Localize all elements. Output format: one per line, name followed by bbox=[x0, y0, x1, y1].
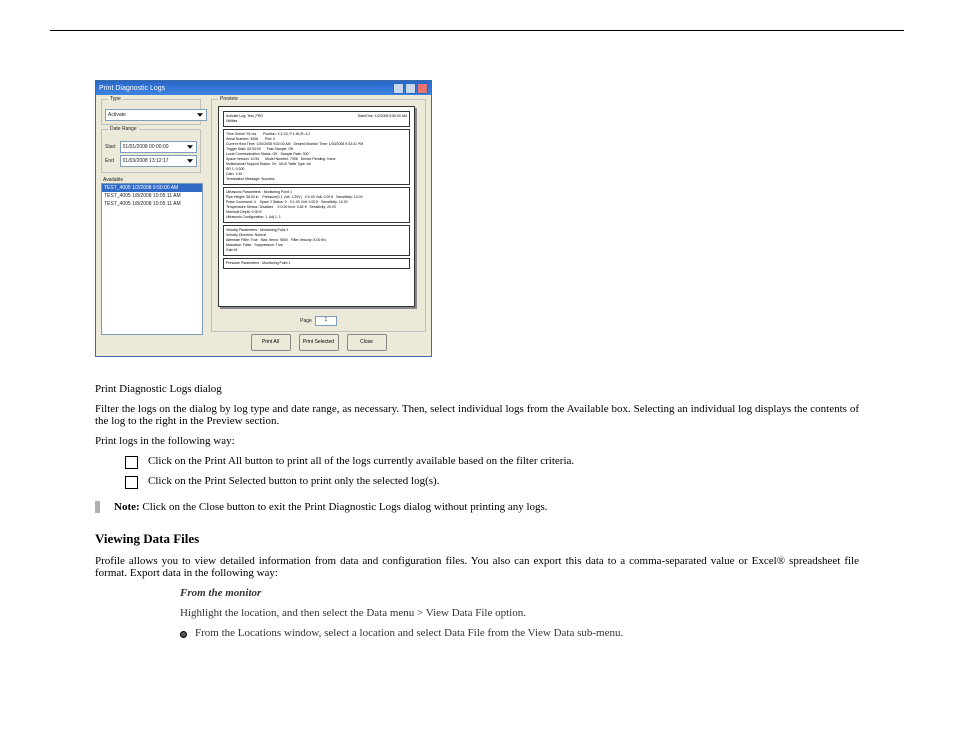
check-text: Click on the Print Selected button to pr… bbox=[148, 475, 439, 487]
available-list[interactable]: TEST_4005 1/2/2008 9:50:00 AM TEST_4005 … bbox=[101, 183, 203, 335]
preview-ultrasonic-block: Ultrasonic Parameters · Monitoring Point… bbox=[223, 187, 410, 223]
preview-velocity-block: Velocity Parameters · Monitoring Point 1… bbox=[223, 225, 410, 256]
document-body: Print Diagnostic Logs dialog Filter the … bbox=[95, 375, 859, 643]
check-print-selected: Click on the Print Selected button to pr… bbox=[125, 475, 859, 489]
window-title: Print Diagnostic Logs bbox=[99, 85, 392, 92]
print-all-button[interactable]: Print All bbox=[251, 334, 291, 351]
end-date-input[interactable]: 01/03/2008 13:12:17 bbox=[120, 155, 197, 167]
type-select[interactable]: Activate bbox=[105, 109, 207, 121]
checkbox-icon bbox=[125, 456, 138, 469]
close-button[interactable] bbox=[417, 83, 428, 94]
page-label: Page bbox=[300, 318, 312, 324]
close-dialog-button[interactable]: Close bbox=[347, 334, 387, 351]
pager: Page 1 bbox=[212, 316, 425, 326]
start-date-input[interactable]: 01/01/2008 00:00:00 bbox=[120, 141, 197, 153]
preview-group: Preview Activate Log: Test_PRO Date/One:… bbox=[211, 99, 426, 332]
para-data-files: Profile allows you to view detailed info… bbox=[95, 555, 859, 579]
maximize-button[interactable] bbox=[405, 83, 416, 94]
bullet-icon bbox=[180, 631, 187, 638]
note-bar bbox=[95, 501, 100, 513]
print-diagnostic-logs-window: Print Diagnostic Logs Type Activate Date… bbox=[95, 80, 432, 357]
para-filter: Filter the logs on the dialog by log typ… bbox=[95, 403, 859, 427]
date-range-label: Date Range bbox=[108, 126, 139, 132]
para-print-intro: Print logs in the following way: bbox=[95, 435, 859, 447]
print-selected-button[interactable]: Print Selected bbox=[299, 334, 339, 351]
preview-page: Activate Log: Test_PRO Date/One: 1/2/200… bbox=[218, 106, 415, 307]
note-text: Note: Click on the Close button to exit … bbox=[114, 501, 548, 513]
date-range-group: Date Range Start 01/01/2008 00:00:00 End… bbox=[101, 129, 201, 173]
button-bar: Print All Print Selected Close bbox=[211, 334, 426, 351]
list-item[interactable]: TEST_4005 1/2/2008 9:50:00 AM bbox=[102, 184, 202, 192]
page-number[interactable]: 1 bbox=[315, 316, 337, 326]
type-value: Activate bbox=[108, 112, 126, 118]
bullet-text: From the Locations window, select a loca… bbox=[195, 627, 623, 639]
note-block: Note: Click on the Close button to exit … bbox=[95, 501, 859, 513]
start-date-value: 01/01/2008 00:00:00 bbox=[123, 144, 169, 150]
preview-panel: Preview Activate Log: Test_PRO Date/One:… bbox=[211, 99, 426, 332]
heading-data-files: Viewing Data Files bbox=[95, 531, 859, 547]
checkbox-icon bbox=[125, 476, 138, 489]
list-item[interactable]: TEST_4005 1/8/2008 10:05:11 AM bbox=[102, 192, 202, 200]
sub-heading: From the monitor bbox=[180, 587, 261, 599]
chevron-down-icon bbox=[186, 157, 194, 165]
preview-header-block: Activate Log: Test_PRO Date/One: 1/2/200… bbox=[223, 111, 410, 127]
check-print-all: Click on the Print All button to print a… bbox=[125, 455, 859, 469]
end-date-value: 01/03/2008 13:12:17 bbox=[123, 158, 169, 164]
caption: Print Diagnostic Logs dialog bbox=[95, 383, 859, 395]
start-label: Start bbox=[105, 144, 120, 150]
bullet-item: From the Locations window, select a loca… bbox=[180, 627, 859, 639]
sub-para: Highlight the location, and then select … bbox=[180, 607, 859, 619]
type-group: Type Activate bbox=[101, 99, 201, 125]
type-label: Type bbox=[108, 96, 123, 102]
minimize-button[interactable] bbox=[393, 83, 404, 94]
list-item[interactable]: TEST_4005 1/8/2008 10:05:11 AM bbox=[102, 200, 202, 208]
end-label: End bbox=[105, 158, 120, 164]
preview-info-block: Time Online: 91 ms Position: X:1.03, P:1… bbox=[223, 129, 410, 185]
chevron-down-icon bbox=[196, 111, 204, 119]
chevron-down-icon bbox=[186, 143, 194, 151]
sub-section: From the monitor Highlight the location,… bbox=[180, 587, 859, 639]
titlebar: Print Diagnostic Logs bbox=[96, 81, 431, 95]
left-panel: Type Activate Date Range Start 01/01/200… bbox=[101, 99, 201, 335]
preview-pressure-block: Pressure Parameters · Monitoring Point 1 bbox=[223, 258, 410, 269]
preview-label: Preview bbox=[218, 96, 240, 102]
available-label: Available bbox=[103, 177, 123, 183]
check-text: Click on the Print All button to print a… bbox=[148, 455, 574, 467]
